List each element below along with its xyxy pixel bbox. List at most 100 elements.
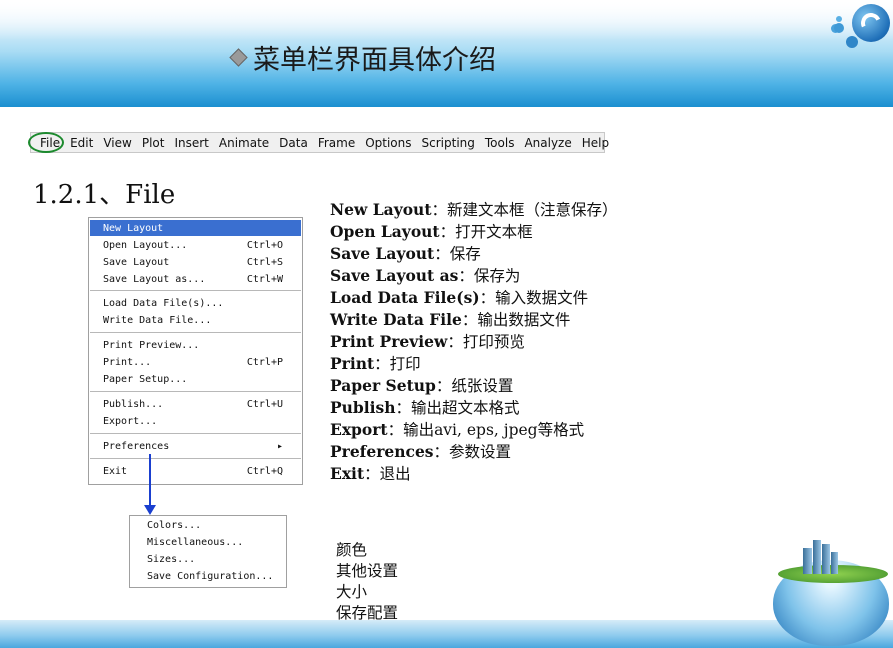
menu-item-shortcut: Ctrl+O bbox=[246, 239, 283, 251]
description-term: Publish bbox=[330, 398, 396, 417]
description-row: Write Data File：输出数据文件 bbox=[330, 309, 618, 331]
preferences-descriptions: 颜色 其他设置 大小 保存配置 bbox=[336, 540, 398, 624]
description-text: ：打印 bbox=[374, 355, 421, 373]
description-term: Export bbox=[330, 420, 388, 439]
file-menu-item-new-layout[interactable]: New Layout bbox=[90, 220, 301, 236]
file-menu-item-preferences[interactable]: Preferences ▸ bbox=[90, 438, 301, 454]
preferences-description-line: 大小 bbox=[336, 583, 368, 601]
menu-item-label: Print Preview... bbox=[103, 339, 200, 351]
description-term: New Layout bbox=[330, 200, 432, 219]
submenu-item-miscellaneous[interactable]: Miscellaneous... bbox=[147, 537, 243, 548]
arrow-head-icon bbox=[144, 505, 156, 515]
menu-separator bbox=[90, 391, 301, 392]
description-term: Load Data File(s) bbox=[330, 288, 480, 307]
decor-bubble bbox=[836, 16, 842, 22]
menubar-item-analyze[interactable]: Analyze bbox=[519, 136, 576, 150]
description-term: Print Preview bbox=[330, 332, 448, 351]
preferences-submenu: Colors... Miscellaneous... Sizes... Save Co… bbox=[129, 515, 287, 588]
file-menu-item-write-data-file[interactable]: Write Data File... bbox=[90, 312, 301, 328]
menu-item-label: Preferences bbox=[103, 440, 170, 452]
building-decoration bbox=[822, 544, 830, 574]
building-decoration bbox=[831, 552, 838, 574]
building-decoration bbox=[803, 548, 812, 574]
submenu-item-save-configuration[interactable]: Save Configuration... bbox=[147, 571, 273, 582]
menubar-item-plot[interactable]: Plot bbox=[137, 136, 170, 150]
slide-title: 菜单栏界面具体介绍 bbox=[229, 38, 496, 77]
file-menu-item-print-preview[interactable]: Print Preview... bbox=[90, 337, 301, 353]
diamond-bullet-icon bbox=[229, 48, 248, 67]
description-term: Paper Setup bbox=[330, 376, 436, 395]
menu-separator bbox=[90, 458, 301, 459]
description-text: ：打开文本框 bbox=[439, 223, 533, 241]
description-row: Print Preview：打印预览 bbox=[330, 331, 618, 353]
menu-item-label: Save Layout as... bbox=[103, 273, 206, 285]
preferences-description-line: 颜色 bbox=[336, 541, 368, 559]
description-row: Export：输出avi, eps, jpeg等格式 bbox=[330, 419, 618, 441]
description-row: Publish：输出超文本格式 bbox=[330, 397, 618, 419]
menubar-item-help[interactable]: Help bbox=[577, 136, 614, 150]
description-row: Save Layout：保存 bbox=[330, 243, 618, 265]
description-text: ：参数设置 bbox=[433, 443, 512, 461]
file-menu-item-paper-setup[interactable]: Paper Setup... bbox=[90, 371, 301, 387]
description-text: ：新建文本框（注意保存） bbox=[431, 201, 618, 219]
header-gloss bbox=[0, 0, 893, 40]
description-text: ：输出数据文件 bbox=[461, 311, 571, 329]
menu-item-label: Save Layout bbox=[103, 256, 170, 268]
menu-separator bbox=[90, 290, 301, 291]
menu-item-label: Publish... bbox=[103, 398, 164, 410]
menu-separator bbox=[90, 332, 301, 333]
menubar-item-options[interactable]: Options bbox=[360, 136, 416, 150]
description-row: Paper Setup：纸张设置 bbox=[330, 375, 618, 397]
file-menu-item-print[interactable]: Print... Ctrl+P bbox=[90, 354, 301, 370]
file-menu-highlight-circle bbox=[28, 132, 64, 153]
file-menu-item-publish[interactable]: Publish... Ctrl+U bbox=[90, 396, 301, 412]
file-dropdown-menu: New Layout Open Layout... Ctrl+O Save Layou… bbox=[88, 217, 303, 485]
menu-item-label: Exit bbox=[103, 465, 128, 477]
menu-separator bbox=[90, 433, 301, 434]
menu-item-shortcut: Ctrl+Q bbox=[246, 465, 283, 477]
building-decoration bbox=[813, 540, 821, 574]
menu-item-label: Load Data File(s)... bbox=[103, 297, 224, 309]
description-text: ：输出超文本格式 bbox=[395, 399, 520, 417]
description-row: Exit：退出 bbox=[330, 463, 618, 485]
menu-item-shortcut: Ctrl+W bbox=[246, 273, 283, 285]
menu-item-label: Paper Setup... bbox=[103, 373, 188, 385]
file-menu-item-load-data-file-s[interactable]: Load Data File(s)... bbox=[90, 295, 301, 311]
description-term: Save Layout bbox=[330, 244, 435, 263]
description-row: Open Layout：打开文本框 bbox=[330, 221, 618, 243]
arrow-line bbox=[149, 454, 151, 506]
menubar: File Edit View Plot Insert Animate Data Frame Op… bbox=[30, 132, 609, 153]
description-row: Preferences：参数设置 bbox=[330, 441, 618, 463]
menubar-item-insert[interactable]: Insert bbox=[169, 136, 213, 150]
decor-bubble bbox=[834, 23, 844, 33]
menubar-item-tools[interactable]: Tools bbox=[480, 136, 520, 150]
submenu-item-colors[interactable]: Colors... bbox=[147, 520, 201, 531]
file-menu-item-save-layout[interactable]: Save Layout Ctrl+S bbox=[90, 254, 301, 270]
menu-item-label: Print... bbox=[103, 356, 152, 368]
description-row: New Layout：新建文本框（注意保存） bbox=[330, 199, 618, 221]
menubar-item-animate[interactable]: Animate bbox=[214, 136, 274, 150]
file-menu-item-open-layout[interactable]: Open Layout... Ctrl+O bbox=[90, 237, 301, 253]
file-menu-item-export[interactable]: Export... bbox=[90, 413, 301, 429]
description-term: Open Layout bbox=[330, 222, 440, 241]
description-text: ：保存 bbox=[434, 245, 481, 263]
description-text: ：保存为 bbox=[458, 267, 521, 285]
menu-item-label: Open Layout... bbox=[103, 239, 188, 251]
menubar-item-frame[interactable]: Frame bbox=[313, 136, 360, 150]
file-menu-item-exit[interactable]: Exit Ctrl+Q bbox=[90, 463, 301, 479]
file-menu-descriptions: New Layout：新建文本框（注意保存） Open Layout：打开文本框 S… bbox=[330, 199, 618, 485]
submenu-item-sizes[interactable]: Sizes... bbox=[147, 554, 195, 565]
description-text: ：输入数据文件 bbox=[479, 289, 589, 307]
description-term: Save Layout as bbox=[330, 266, 459, 285]
description-row: Print：打印 bbox=[330, 353, 618, 375]
file-menu-item-save-layout-as[interactable]: Save Layout as... Ctrl+W bbox=[90, 271, 301, 287]
submenu-arrow-icon: ▸ bbox=[276, 440, 283, 452]
menu-item-label: Export... bbox=[103, 415, 158, 427]
menubar-item-edit[interactable]: Edit bbox=[65, 136, 98, 150]
menu-item-label: New Layout bbox=[103, 222, 164, 234]
menubar-item-view[interactable]: View bbox=[98, 136, 136, 150]
menubar-item-data[interactable]: Data bbox=[274, 136, 313, 150]
logo-icon bbox=[852, 4, 890, 42]
description-text: ：打印预览 bbox=[447, 333, 525, 351]
menubar-item-scripting[interactable]: Scripting bbox=[417, 136, 480, 150]
